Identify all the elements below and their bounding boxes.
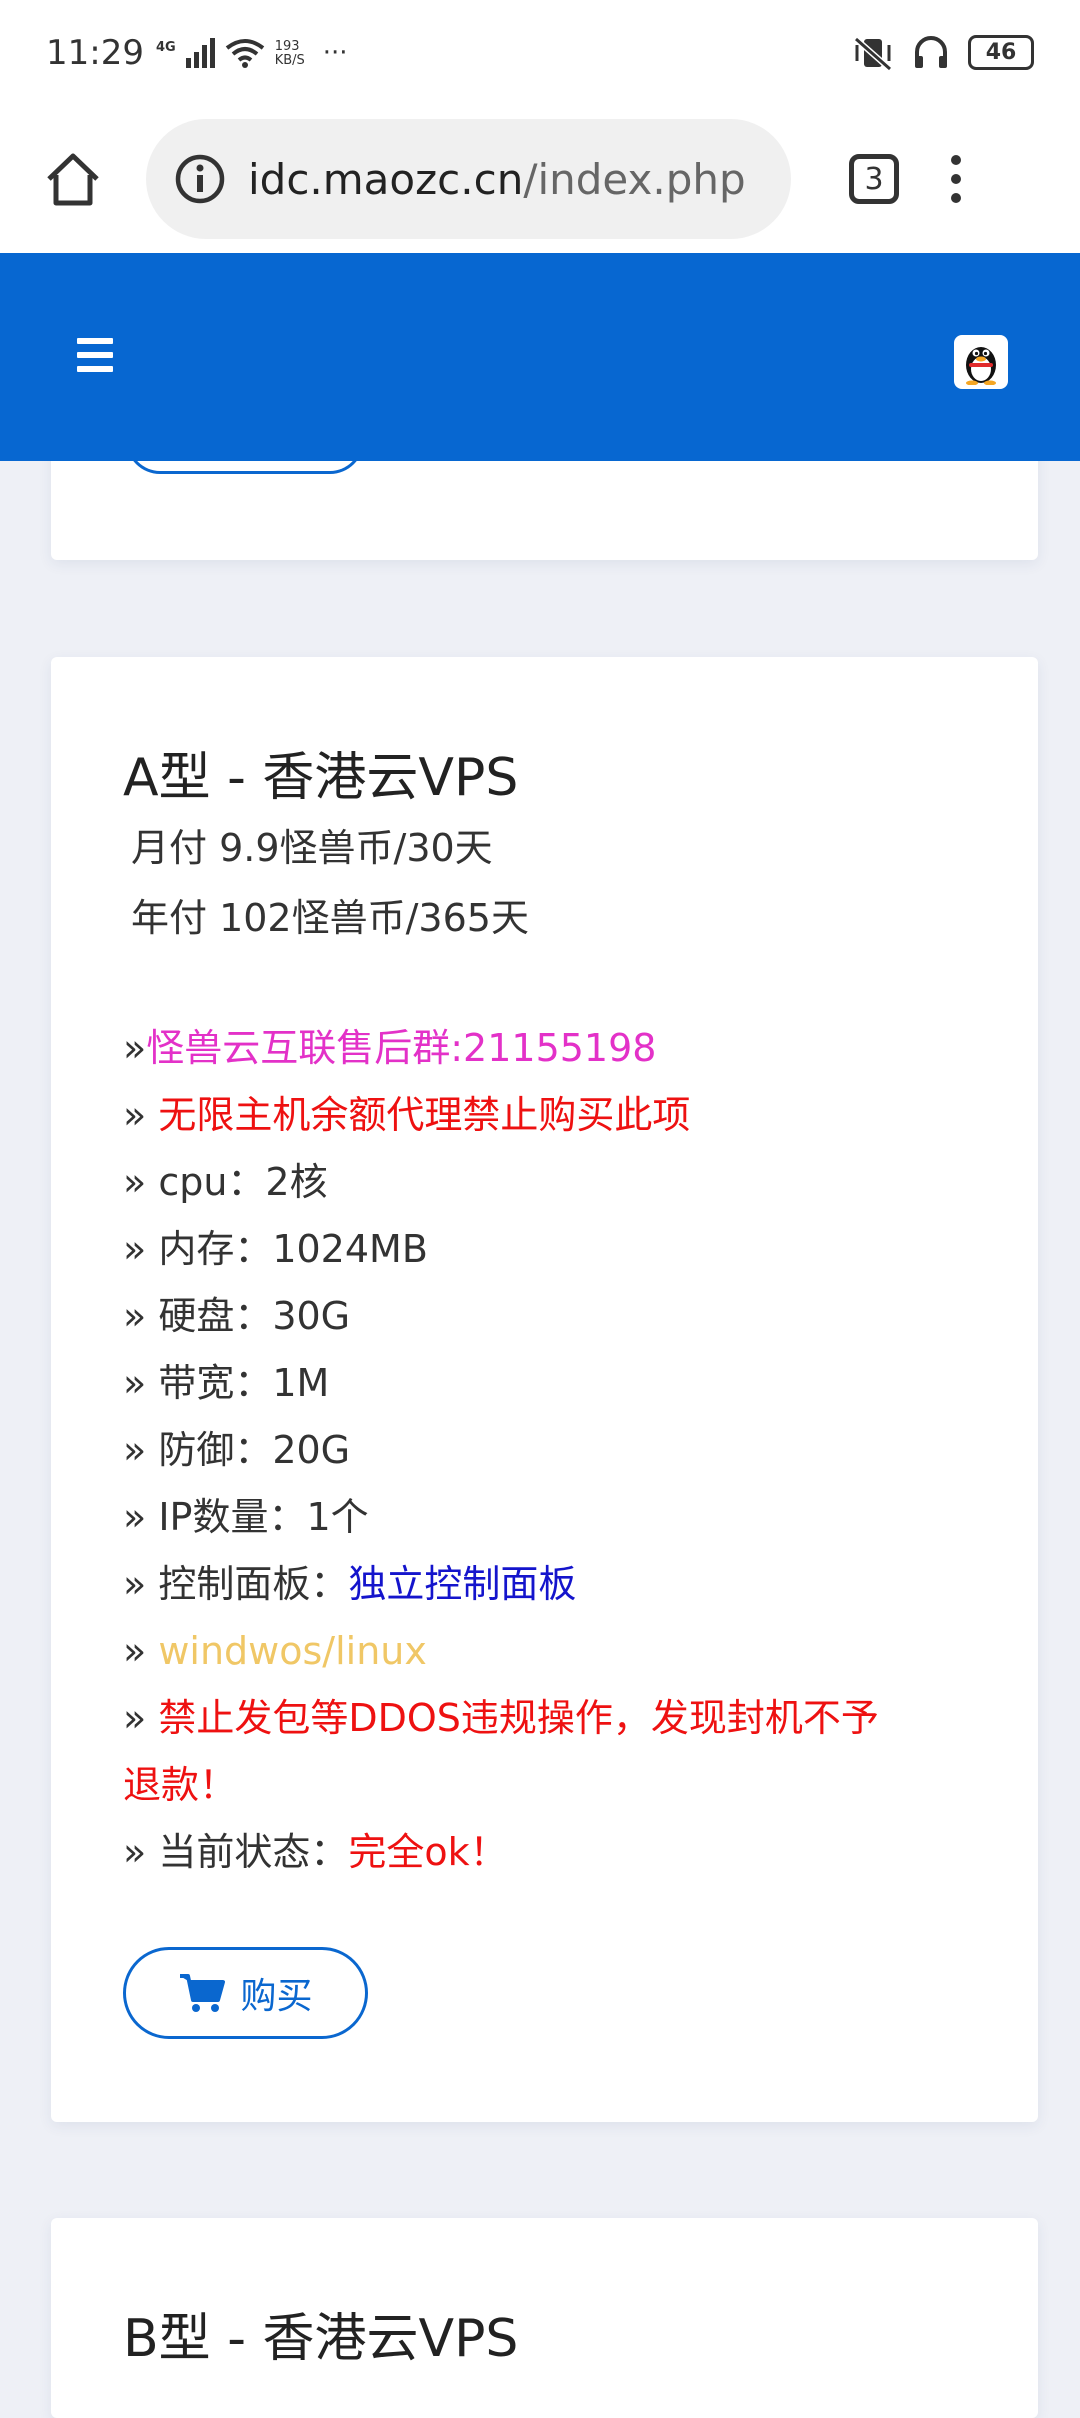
feature-disk: » 硬盘：30G (123, 1283, 350, 1350)
feature-value: 完全ok！ (348, 1830, 508, 1874)
signal-icon (185, 37, 215, 68)
feature-ip-count: » IP数量：1个 (123, 1484, 369, 1551)
vibrate-mute-icon (854, 36, 892, 71)
menu-icon[interactable] (77, 338, 113, 380)
url-path: /index.php (523, 154, 746, 204)
status-bar: 11:29 4G 193 KB/S ··· 46 (0, 0, 1080, 105)
feature-value: 怪兽云互联售后群:21155198 (146, 1026, 657, 1070)
status-icons: 4G 193 KB/S ··· (155, 37, 348, 68)
headphones-icon (915, 35, 947, 68)
feature-value: windwos/linux (158, 1629, 427, 1673)
more-notifications-icon: ··· (322, 37, 348, 68)
home-icon (47, 153, 99, 206)
feature-label: 控制面板： (158, 1562, 349, 1606)
status-left: 11:29 4G 193 KB/S ··· (46, 33, 348, 73)
feature-label: 内存：1024MB (158, 1227, 428, 1271)
bullet: » (123, 1294, 159, 1338)
qq-penguin-icon (966, 347, 996, 385)
home-button[interactable] (38, 144, 108, 214)
address-bar[interactable]: idc.maozc.cn/index.php (146, 119, 791, 239)
feature-label: 当前状态： (158, 1830, 349, 1874)
clock: 11:29 (46, 32, 144, 73)
feature-value: 独立控制面板 (348, 1562, 577, 1606)
feature-control-panel: » 控制面板：独立控制面板 (123, 1551, 576, 1618)
feature-label: 带宽：1M (158, 1361, 330, 1405)
bullet: » (123, 1495, 159, 1539)
feature-label: cpu：2核 (158, 1160, 328, 1204)
battery-icon: 46 (968, 35, 1034, 70)
buy-button[interactable]: 购买 (123, 1947, 368, 2039)
feature-status: » 当前状态：完全ok！ (123, 1819, 508, 1886)
bullet: » (123, 1160, 159, 1204)
bullet: » (123, 1830, 159, 1874)
feature-ddos-warning: » 禁止发包等DDOS违规操作，发现封机不予 (123, 1685, 879, 1752)
product-card-a: A型 - 香港云VPS 月付 9.9怪兽币/30天 年付 102怪兽币/365天… (51, 657, 1038, 2122)
url-domain: idc.maozc.cn (248, 154, 524, 204)
product-card-b: B型 - 香港云VPS (51, 2218, 1038, 2418)
shopping-cart-icon (180, 1974, 226, 2012)
price-monthly: 月付 9.9怪兽币/30天 (131, 826, 493, 870)
feature-bandwidth: » 带宽：1M (123, 1350, 329, 1417)
network-type: 4G (155, 39, 176, 55)
feature-cpu: » cpu：2核 (123, 1149, 328, 1216)
net-speed: 193 KB/S (274, 38, 305, 68)
overflow-menu-button[interactable] (951, 155, 961, 203)
product-title: A型 - 香港云VPS (123, 748, 519, 808)
bullet: » (123, 1696, 159, 1740)
feature-agent-restriction: » 无限主机余额代理禁止购买此项 (123, 1082, 690, 1149)
bullet: » (123, 1227, 159, 1271)
feature-support-group: »怪兽云互联售后群:21155198 (123, 1015, 656, 1082)
bullet: » (123, 1361, 159, 1405)
feature-value: 无限主机余额代理禁止购买此项 (158, 1093, 691, 1137)
qq-contact-button[interactable] (954, 335, 1008, 389)
tab-switcher-button[interactable]: 3 (849, 154, 899, 204)
net-speed-value: 193 (274, 38, 300, 54)
bullet: » (123, 1629, 159, 1673)
feature-label: IP数量：1个 (158, 1495, 369, 1539)
bullet: » (123, 1026, 147, 1070)
info-icon[interactable] (174, 153, 226, 205)
bullet: » (123, 1428, 159, 1472)
status-right: 46 (852, 34, 1034, 72)
bullet: » (123, 1562, 159, 1606)
feature-value: 禁止发包等DDOS违规操作，发现封机不予 (158, 1696, 879, 1740)
feature-memory: » 内存：1024MB (123, 1216, 428, 1283)
browser-toolbar: idc.maozc.cn/index.php 3 (0, 105, 1080, 253)
url-text[interactable]: idc.maozc.cn/index.php (248, 155, 746, 204)
feature-defense: » 防御：20G (123, 1417, 350, 1484)
feature-os: » windwos/linux (123, 1618, 427, 1685)
bullet: » (123, 1093, 159, 1137)
product-title: B型 - 香港云VPS (123, 2309, 519, 2369)
site-header (0, 253, 1080, 461)
feature-ddos-warning-cont: 退款！ (123, 1752, 237, 1819)
wifi-icon (225, 38, 264, 68)
buy-label: 购买 (240, 1976, 313, 2017)
feature-label: 硬盘：30G (158, 1294, 351, 1338)
price-yearly: 年付 102怪兽币/365天 (131, 896, 529, 940)
net-speed-unit: KB/S (274, 52, 305, 68)
feature-value: 退款！ (123, 1763, 238, 1807)
feature-label: 防御：20G (158, 1428, 351, 1472)
